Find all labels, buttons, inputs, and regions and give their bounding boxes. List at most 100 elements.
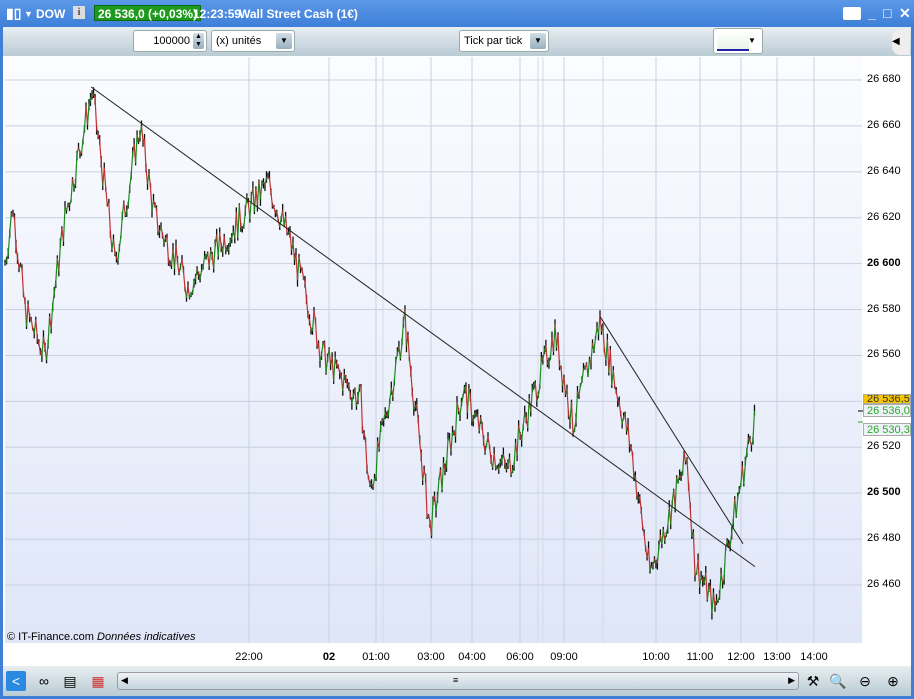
price-segment bbox=[743, 462, 746, 485]
chevron-down-icon[interactable]: ▼ bbox=[24, 9, 33, 19]
price-segment bbox=[643, 533, 647, 549]
price-segment bbox=[545, 345, 549, 365]
price-segment bbox=[378, 425, 382, 450]
zoom-out-icon[interactable]: ⊖ bbox=[855, 671, 875, 691]
price-segment bbox=[472, 412, 476, 422]
price-segment bbox=[74, 153, 78, 185]
price-segment bbox=[581, 368, 585, 382]
stepper-arrows-icon[interactable]: ▲ ▼ bbox=[193, 33, 204, 49]
price-segment bbox=[712, 592, 716, 607]
price-segment bbox=[320, 343, 324, 355]
price-segment bbox=[148, 173, 152, 187]
scroll-left-icon[interactable]: ◀ bbox=[121, 675, 128, 686]
price-segment bbox=[325, 358, 329, 374]
price-segment bbox=[160, 226, 164, 235]
price-segment bbox=[13, 217, 17, 247]
price-segment bbox=[459, 404, 463, 416]
price-segment bbox=[593, 338, 597, 351]
price-segment bbox=[683, 451, 687, 463]
symbol[interactable]: DOW bbox=[36, 7, 65, 21]
price-segment bbox=[408, 358, 412, 373]
scroll-right-icon[interactable]: ▶ bbox=[788, 675, 795, 686]
price-segment bbox=[276, 211, 279, 221]
zoom-in-icon[interactable]: ⊕ bbox=[883, 671, 903, 691]
price-segment bbox=[105, 189, 108, 206]
price-segment bbox=[441, 462, 445, 491]
price-segment bbox=[9, 212, 12, 233]
price-segment bbox=[573, 419, 577, 430]
price-segment bbox=[188, 293, 192, 299]
candlestick-icon[interactable]: ▮▯ bbox=[6, 5, 21, 22]
price-segment bbox=[345, 376, 348, 385]
price-segment bbox=[68, 201, 72, 206]
link-icon[interactable]: ∞ bbox=[34, 671, 54, 691]
price-segment bbox=[238, 204, 242, 228]
share-icon[interactable]: < bbox=[6, 671, 26, 691]
price-segment bbox=[436, 478, 440, 499]
price-segment bbox=[108, 202, 111, 233]
maximize-button[interactable]: □ bbox=[883, 5, 891, 21]
chevron-down-icon[interactable]: ▼ bbox=[744, 33, 760, 49]
x-tick-label: 10:00 bbox=[642, 651, 670, 663]
price-segment bbox=[267, 176, 270, 179]
x-tick-label: 22:00 bbox=[235, 651, 263, 663]
price-segment bbox=[534, 382, 538, 402]
x-tick-label: 14:00 bbox=[800, 651, 828, 663]
price-segment bbox=[58, 244, 61, 272]
price-segment bbox=[6, 254, 9, 261]
period-select[interactable]: Tick par tick ▼ bbox=[459, 30, 549, 52]
y-tick-label: 26 480 bbox=[867, 532, 901, 545]
price-segment bbox=[435, 498, 439, 511]
price-segment bbox=[273, 206, 276, 214]
drawing-list-icon[interactable]: ▤ bbox=[60, 671, 80, 691]
chevron-down-icon[interactable]: ▼ bbox=[530, 33, 546, 49]
price-segment bbox=[424, 476, 428, 518]
bottom-toolbar: < ∞ ▤ ▦ ◀ ≡ ▶ ⚒ 🔍 ⊖ ⊕ bbox=[3, 666, 911, 696]
price-segment bbox=[16, 257, 20, 268]
price-segment bbox=[22, 294, 26, 301]
minimize-button[interactable]: _ bbox=[868, 5, 876, 21]
price-segment bbox=[387, 400, 391, 417]
y-tick-label: 26 640 bbox=[867, 164, 901, 177]
price-segment bbox=[420, 455, 424, 481]
x-tick-label: 01:00 bbox=[362, 651, 390, 663]
orders-icon[interactable]: ▦ bbox=[88, 671, 108, 691]
price-segment bbox=[65, 203, 69, 212]
indicators-button[interactable]: ▼ bbox=[713, 28, 763, 54]
close-button[interactable]: ✕ bbox=[899, 5, 911, 22]
instrument-name: Wall Street Cash (1€) bbox=[239, 7, 358, 21]
horizontal-scrollbar[interactable]: ◀ ≡ ▶ bbox=[117, 672, 799, 690]
copyright-text[interactable]: © IT-Finance.com bbox=[7, 631, 94, 643]
quantity-stepper[interactable]: 100000 ▲ ▼ bbox=[133, 30, 207, 52]
chevron-down-icon[interactable]: ▼ bbox=[276, 33, 292, 49]
price-segment bbox=[298, 256, 302, 269]
price-segment bbox=[362, 431, 365, 434]
quote-badge: 26 536,0 (+0,03%) bbox=[94, 5, 202, 21]
y-tick-label: 26 620 bbox=[867, 210, 901, 223]
info-icon[interactable]: i bbox=[73, 6, 85, 19]
chart-area[interactable]: 26 680 26 660 26 640 26 620 26 600 26 580 26 5… bbox=[3, 56, 911, 666]
price-segment bbox=[182, 271, 186, 289]
auto-scale-icon[interactable]: ⚒ bbox=[803, 671, 823, 691]
price-segment bbox=[348, 384, 351, 396]
price-segment bbox=[430, 499, 434, 536]
price-segment bbox=[270, 191, 273, 207]
price-segment bbox=[750, 440, 754, 446]
price-segment bbox=[575, 391, 579, 421]
price-segment bbox=[500, 459, 503, 462]
price-segment bbox=[419, 442, 422, 457]
unit-select[interactable]: (x) unités ▼ bbox=[211, 30, 295, 52]
price-segment bbox=[454, 401, 458, 437]
scroll-thumb-grip-icon[interactable]: ≡ bbox=[453, 675, 458, 685]
price-segment bbox=[417, 420, 421, 443]
keyboard-icon[interactable] bbox=[843, 7, 861, 20]
price-segment bbox=[213, 245, 216, 270]
panel-toggle-icon[interactable]: ◀ bbox=[892, 29, 910, 55]
x-tick-label: 04:00 bbox=[458, 651, 486, 663]
price-segment bbox=[323, 342, 327, 374]
price-segment bbox=[590, 343, 594, 363]
price-segment bbox=[522, 412, 526, 427]
x-tick-label: 02 bbox=[322, 651, 336, 663]
zoom-fit-icon[interactable]: 🔍 bbox=[828, 671, 848, 691]
price-segment bbox=[681, 452, 685, 475]
